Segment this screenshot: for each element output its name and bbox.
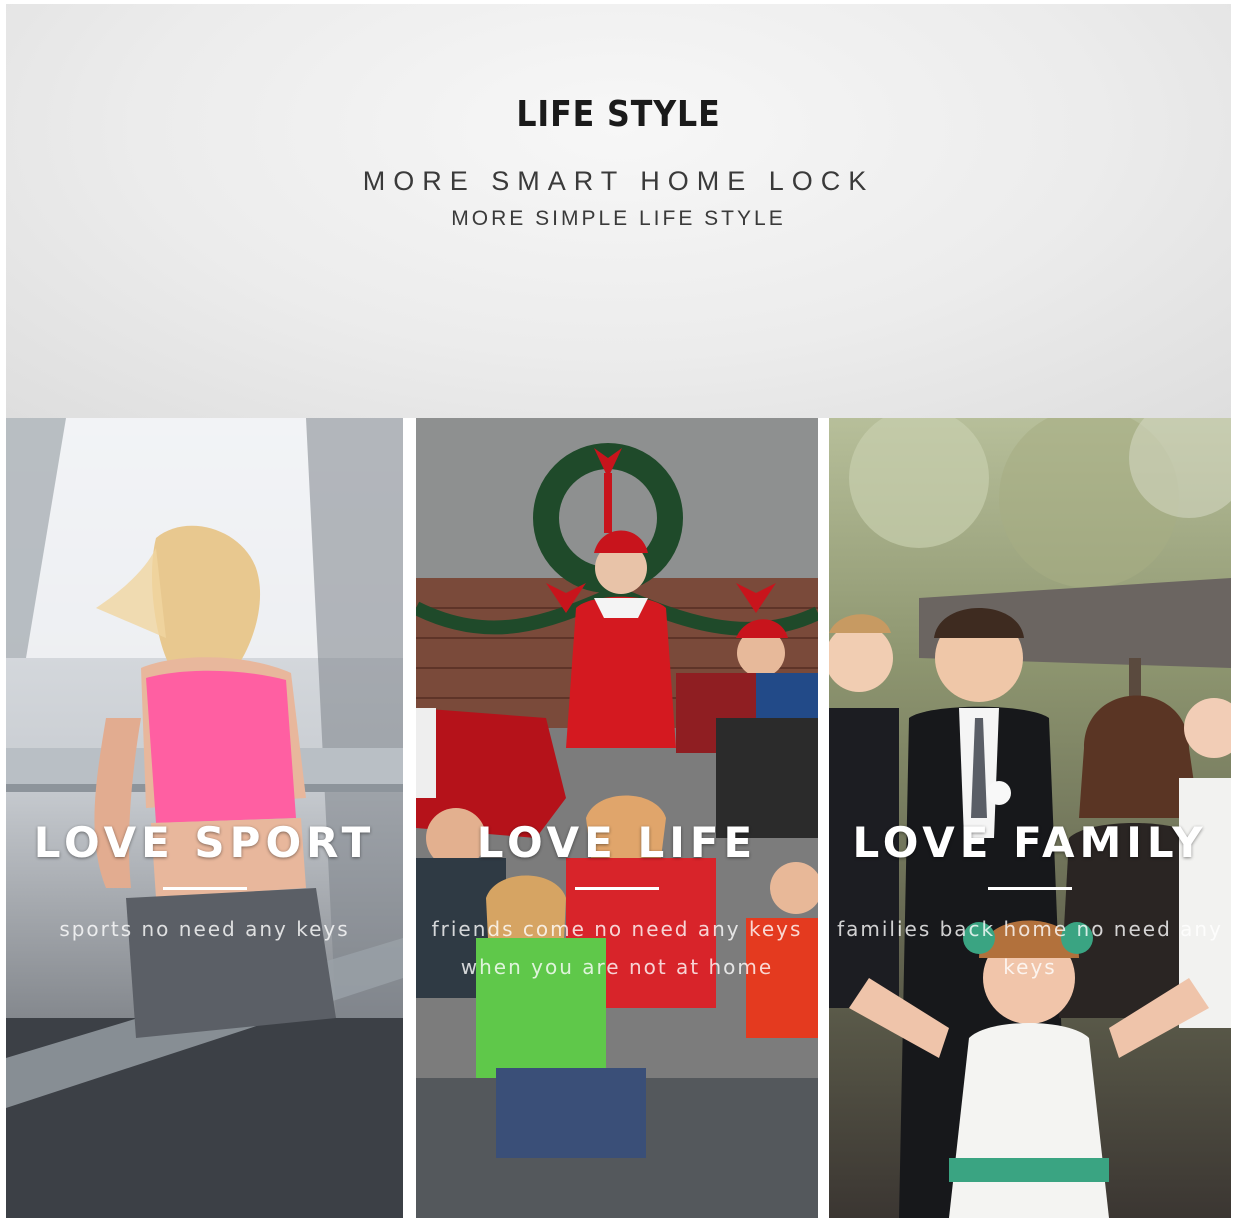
life-caption: friends come no need any keys when you a… — [431, 917, 803, 979]
family-caption: families back home no need any keys — [837, 917, 1223, 979]
love-life-label: LOVE LIFE — [476, 818, 758, 867]
page-tagline: MORE SIMPLE LIFE STYLE — [451, 207, 786, 230]
life-overlay: LOVE LIFE friends come no need any keys … — [416, 818, 818, 986]
panel-love-sport: LOVE SPORT sports no need any keys — [6, 418, 403, 1218]
panel-love-family: LOVE FAMILY families back home no need a… — [829, 418, 1231, 1218]
header-banner: LIFE STYLE MORE SMART HOME LOCK MORE SIM… — [6, 4, 1231, 418]
sport-overlay: LOVE SPORT sports no need any keys — [6, 818, 403, 948]
label-underline — [575, 887, 659, 890]
love-family-label: LOVE FAMILY — [852, 818, 1208, 867]
page-frame: LIFE STYLE MORE SMART HOME LOCK MORE SIM… — [6, 4, 1231, 1218]
family-overlay: LOVE FAMILY families back home no need a… — [829, 818, 1231, 986]
label-underline — [162, 887, 247, 890]
label-underline — [988, 887, 1072, 890]
love-sport-label: LOVE SPORT — [33, 818, 376, 867]
sport-caption: sports no need any keys — [59, 917, 350, 941]
page-subtitle: MORE SMART HOME LOCK — [362, 166, 875, 196]
panel-love-life: LOVE LIFE friends come no need any keys … — [416, 418, 818, 1218]
feature-panels: LOVE SPORT sports no need any keys LOVE … — [6, 418, 1231, 1218]
page-title: LIFE STYLE — [516, 94, 721, 135]
